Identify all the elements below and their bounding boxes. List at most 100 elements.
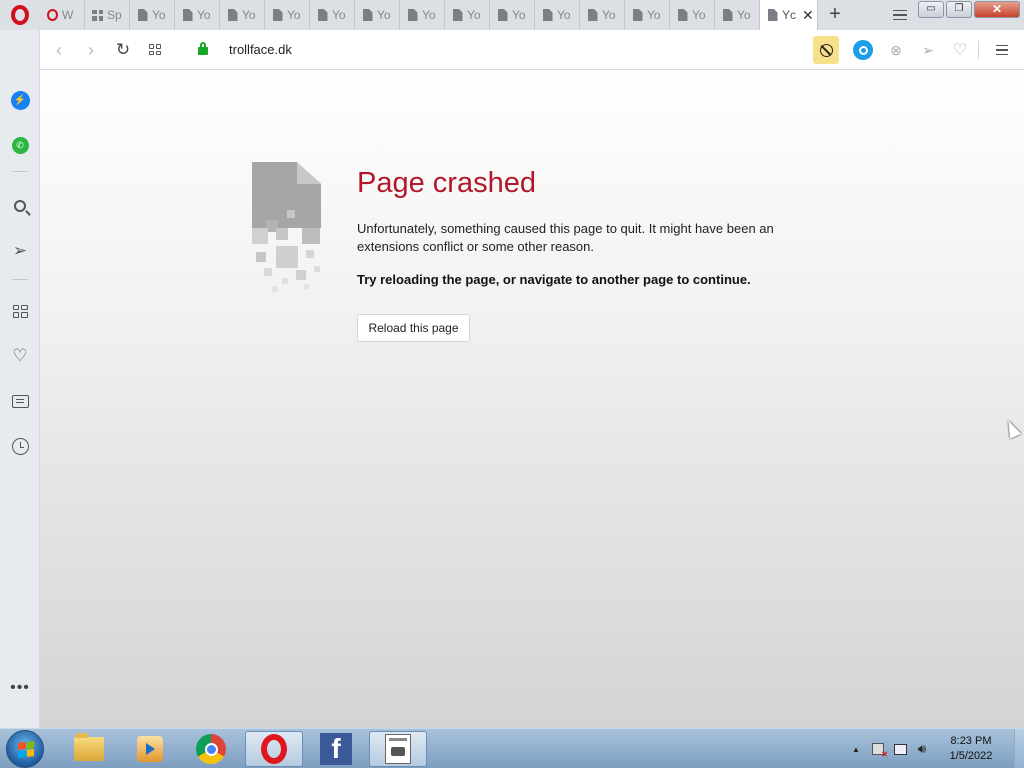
maximize-button[interactable]: ❐ (946, 1, 972, 18)
more-icon[interactable]: ••• (8, 676, 32, 700)
network-icon[interactable] (892, 741, 908, 757)
document-icon (631, 8, 644, 22)
tab-label: Yo (647, 8, 661, 22)
browser-tab[interactable]: Yo (490, 0, 535, 30)
tab-label: Yo (152, 8, 166, 22)
my-flow-icon[interactable]: ➢ (915, 36, 941, 64)
windows-logo-icon (18, 741, 34, 758)
document-icon (406, 8, 419, 22)
browser-tab[interactable]: Yo (220, 0, 265, 30)
speed-dial-icon[interactable] (8, 299, 32, 323)
browser-tab[interactable]: Yo (625, 0, 670, 30)
bookmarks-icon[interactable]: ♡ (8, 344, 32, 368)
tab-label: W (62, 8, 74, 22)
browser-tab[interactable]: Yo (265, 0, 310, 30)
toolbar-divider (978, 41, 979, 59)
tab-label: Yo (467, 8, 481, 22)
browser-tab[interactable]: Yo (535, 0, 580, 30)
document-icon (766, 8, 779, 22)
opera-icon[interactable] (245, 731, 303, 767)
clock-time: 8:23 PM (950, 735, 992, 747)
browser-tab[interactable]: Yo (130, 0, 175, 30)
volume-icon[interactable]: 🔊︎ (914, 741, 930, 757)
history-icon[interactable] (8, 434, 32, 458)
tab-label: Yc (782, 8, 797, 22)
my-flow-icon[interactable]: ➢ (8, 239, 32, 263)
document-icon (541, 8, 554, 22)
browser-tab[interactable]: Sp (85, 0, 130, 30)
app-icon[interactable] (369, 731, 427, 767)
tab-label: Sp (107, 8, 122, 22)
address-bar: ‹ › ↻ trollface.dk ⊗ ➢ ♡ (40, 30, 1024, 70)
document-icon (226, 8, 239, 22)
tab-label: Yo (332, 8, 346, 22)
minimize-button[interactable]: ▭ (918, 1, 944, 18)
opera-logo-icon (11, 5, 29, 25)
reload-icon[interactable]: ↻ (112, 39, 134, 61)
crash-hint: Try reloading the page, or navigate to a… (357, 272, 751, 287)
action-center-flag-icon[interactable] (870, 741, 888, 759)
document-icon (586, 8, 599, 22)
opera-menu-button[interactable] (0, 0, 40, 30)
document-icon (181, 8, 194, 22)
snapshot-icon[interactable] (850, 36, 876, 64)
browser-tab[interactable]: Yo (670, 0, 715, 30)
adblock-icon[interactable] (813, 36, 839, 64)
system-tray: ▲ 🔊︎ 8:23 PM 1/5/2022 (852, 729, 1024, 768)
browser-tab[interactable]: Yo (400, 0, 445, 30)
tab-label: Yo (422, 8, 436, 22)
document-icon (721, 8, 734, 22)
facebook-icon[interactable]: f (307, 731, 365, 767)
url-field[interactable]: trollface.dk (229, 42, 292, 57)
tab-strip: W Sp Yo Yo Yo Yo Yo Yo Yo Yo Yo Yo Yo Yo Yo Yo Yc ✕ + ▭ ❐… (0, 0, 1024, 30)
page-title: Page crashed (357, 167, 536, 199)
bookmark-heart-icon[interactable]: ♡ (947, 36, 973, 64)
document-icon (136, 8, 149, 22)
start-button[interactable] (6, 730, 44, 768)
tab-label: Yo (602, 8, 616, 22)
messenger-icon[interactable]: ⚡ (8, 88, 32, 112)
tab-label: Yo (242, 8, 256, 22)
close-window-button[interactable]: ✕ (974, 1, 1020, 18)
browser-tab[interactable]: Yo (445, 0, 490, 30)
back-icon[interactable]: ‹ (48, 39, 70, 61)
tab-menu-icon[interactable] (890, 5, 910, 25)
tab-list: W Sp Yo Yo Yo Yo Yo Yo Yo Yo Yo Yo Yo Yo Yo Yo Yc ✕ (40, 0, 818, 30)
browser-tab[interactable]: W (40, 0, 85, 30)
browser-tab[interactable]: Yo (580, 0, 625, 30)
document-icon (271, 8, 284, 22)
sidebar-divider (12, 171, 28, 172)
search-icon[interactable] (8, 194, 32, 218)
show-hidden-icons-icon[interactable]: ▲ (852, 745, 862, 754)
document-icon (316, 8, 329, 22)
show-desktop-button[interactable] (1014, 729, 1024, 768)
close-tab-icon[interactable]: ✕ (802, 7, 814, 24)
chrome-icon[interactable] (182, 731, 240, 767)
tab-label: Yo (737, 8, 751, 22)
lock-icon[interactable] (198, 42, 208, 55)
document-icon (676, 8, 689, 22)
speed-dial-icon (91, 8, 104, 22)
easy-setup-icon[interactable] (989, 36, 1015, 64)
browser-tab[interactable]: Yo (355, 0, 400, 30)
browser-tab[interactable]: Yo (310, 0, 355, 30)
sidebar-divider (12, 279, 28, 280)
browser-tab[interactable]: Yo (175, 0, 220, 30)
system-clock[interactable]: 8:23 PM 1/5/2022 (940, 734, 1002, 764)
active-browser-tab[interactable]: Yc ✕ (760, 0, 818, 30)
news-icon[interactable] (8, 389, 32, 413)
crashed-page-icon (252, 162, 324, 302)
reload-page-button[interactable]: Reload this page (357, 314, 470, 342)
whatsapp-icon[interactable]: ✆ (8, 133, 32, 157)
tab-label: Yo (557, 8, 571, 22)
opera-icon (46, 8, 59, 22)
browser-tab[interactable]: Yo (715, 0, 760, 30)
tracker-blocker-icon[interactable]: ⊗ (883, 36, 909, 64)
clock-date: 1/5/2022 (949, 750, 993, 762)
media-center-icon[interactable] (121, 731, 179, 767)
forward-icon[interactable]: › (80, 39, 102, 61)
windows-explorer-icon[interactable] (60, 731, 118, 767)
crash-page: Page crashed Unfortunately, something ca… (40, 70, 1024, 728)
tabs-grid-icon[interactable] (144, 39, 166, 61)
new-tab-button[interactable]: + (824, 4, 846, 26)
